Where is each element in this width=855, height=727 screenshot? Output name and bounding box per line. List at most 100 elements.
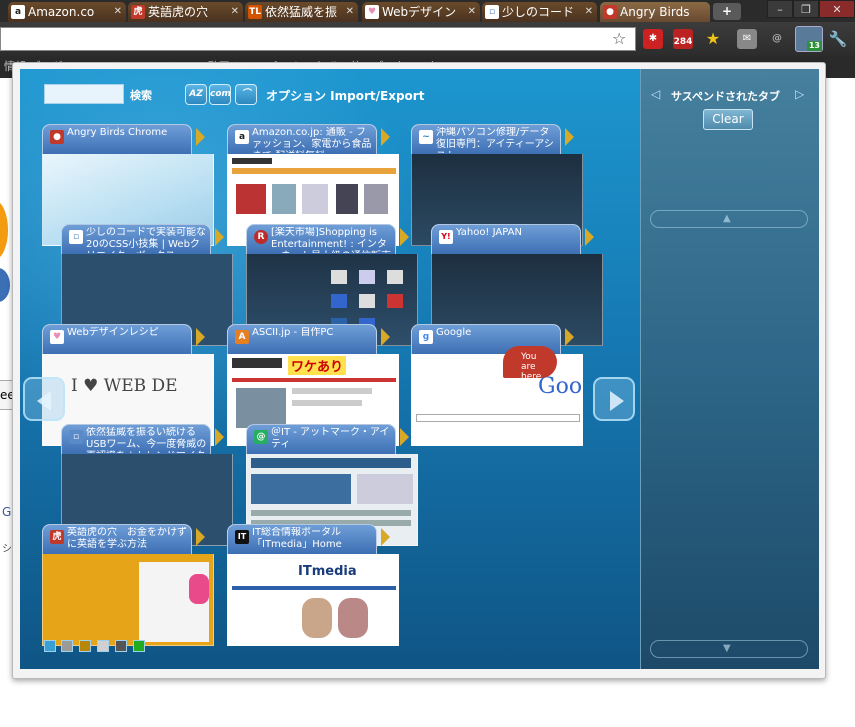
chat-extension-icon[interactable]: ✉ [737,29,757,49]
theme-swatch[interactable] [61,640,73,652]
browser-tab-css[interactable]: ▫ 少しのコード ✕ [482,2,597,22]
chevron-right-icon[interactable]: ▷ [795,87,804,101]
tab-label: Amazon.co [28,5,95,19]
switch-arrow-icon[interactable] [400,428,418,446]
tab-label: Angry Birds [620,5,690,19]
suspended-tabs-title: サスペンドされたタブ [671,90,781,103]
chevron-up-icon: ▲ [723,213,731,224]
tab-strip: a Amazon.co ✕ 虎 英語虎の穴 ✕ TL 依然猛威を振 ✕ ♥ We… [0,0,855,22]
maximize-button[interactable]: ❐ [793,0,819,18]
tiger-icon: 虎 [50,530,64,544]
switch-arrow-icon[interactable] [196,328,214,346]
ascii-a-icon: A [235,330,249,344]
wrench-icon[interactable]: 🔧 [828,29,848,49]
bookmark-star-icon[interactable]: ☆ [612,29,626,48]
toolbar: ☆ ✱ 284 ★ ✉ @ 13 🔧 [0,22,855,56]
switch-arrow-icon[interactable] [565,128,583,146]
tab-thumbnail[interactable]: 虎 英語虎の穴 お金をかけずに英語を学ぶ方法 [42,524,220,652]
atmark-it-icon: @ [254,430,268,444]
close-icon[interactable]: ✕ [231,2,239,22]
thumbnail-title: 沖縄パソコン修理/データ復旧専門：アイティーアシスト [436,127,554,153]
thumbnail-title: ASCII.jp - 自作PC [252,327,334,338]
thumbnail-title: [楽天市場]Shopping is Entertainment! : インターネ… [271,227,391,253]
switch-arrow-icon[interactable] [196,128,214,146]
background-text: シ [2,544,12,555]
thumbnail-title: Yahoo! JAPAN [456,227,522,238]
switch-arrow-icon[interactable] [196,528,214,546]
you-are-here-pin: You are here [503,346,557,382]
star-extension-icon[interactable]: ★ [703,29,723,49]
thumbnail-title: Amazon.co.jp: 通販 - ファッション、家電から食品まで 配送料無料 [252,127,372,153]
options-link[interactable]: オプション Import/Export [266,87,424,104]
switch-arrow-icon[interactable] [381,328,399,346]
browser-tab-usb[interactable]: TL 依然猛威を振 ✕ [245,2,358,22]
sort-recent-button[interactable]: ⌒ [235,84,257,105]
minimize-button[interactable]: – [767,0,793,18]
google-icon: g [419,330,433,344]
page-screenshot: ITmedia [227,554,399,646]
close-icon[interactable]: ✕ [114,2,122,22]
background-blue-shape [0,268,10,302]
thumbnail-title: 英語虎の穴 お金をかけずに英語を学ぶ方法 [67,527,187,550]
switch-arrow-icon[interactable] [215,428,233,446]
new-tab-button[interactable]: + [713,3,741,20]
pin-text: You are here [521,352,542,382]
sort-alphabetical-button[interactable]: AZ [185,84,207,105]
chevron-left-icon[interactable]: ◁ [651,87,660,101]
tl-blog-icon: TL [248,5,262,19]
thumbnail-title: ＠IT - アットマーク・アイティ [271,427,390,450]
scroll-down-button[interactable]: ▼ [650,640,808,658]
itmedia-icon: IT [235,530,249,544]
switch-arrow-icon[interactable] [381,128,399,146]
clear-button[interactable]: Clear [703,109,753,130]
tab-manager-extension-icon[interactable]: 13 [795,26,823,52]
theme-swatch[interactable] [115,640,127,652]
page-icon: ▫ [69,230,83,244]
screenshot-text: ITmedia [298,564,357,579]
switch-arrow-icon[interactable] [400,228,418,246]
switch-arrow-icon[interactable] [381,528,399,546]
previous-page-button[interactable] [23,377,65,421]
amazon-a-icon: a [11,5,25,19]
browser-tab-eigo[interactable]: 虎 英語虎の穴 ✕ [128,2,243,22]
address-bar[interactable] [0,27,636,51]
screenshot-text: I ♥ WEB DE [71,376,178,396]
close-icon[interactable]: ✕ [346,2,354,22]
angry-bird-icon: ● [603,5,617,19]
browser-tab-amazon[interactable]: a Amazon.co ✕ [8,2,126,22]
scroll-up-button[interactable]: ▲ [650,210,808,228]
browser-tab-webdesign[interactable]: ♥ Webデザイン ✕ [362,2,480,22]
thumbnail-title: 少しのコードで実装可能な20のCSS小技集 | Webクリエイターボックス [86,227,206,253]
screenshot-text: Goog [538,374,583,399]
theme-swatch[interactable] [133,640,145,652]
tab-thumbnail[interactable]: g Google Goog You are here [411,324,589,452]
background-orange-shape [0,200,8,260]
theme-swatch[interactable] [97,640,109,652]
close-icon[interactable]: ✕ [468,2,476,22]
extension-red-icon[interactable]: ✱ [643,29,663,49]
heart-icon: ♥ [365,5,379,19]
gmail-icon[interactable]: 284 [673,29,693,49]
theme-swatch[interactable] [79,640,91,652]
gmail-badge: 284 [673,37,693,47]
switch-arrow-icon[interactable] [215,228,233,246]
tab-label: 英語虎の穴 [148,5,209,19]
next-page-button[interactable] [593,377,635,421]
window-close-button[interactable]: ✕ [819,0,855,18]
rakuten-r-icon: R [254,230,268,244]
wave-icon: ~ [419,130,433,144]
tab-label: 少しのコード [502,5,575,19]
thumbnail-title: 依然猛威を振るい続けるUSBワーム、今一度脅威の再認識を | トレンドマイクロ [86,427,207,453]
tab-thumbnail[interactable]: IT IT総合情報ポータル「ITmedia」Home ITmedia [227,524,405,652]
browser-tab-angrybirds[interactable]: ● Angry Birds [600,2,710,22]
page-icon: ▫ [69,430,83,444]
switch-arrow-icon[interactable] [585,228,603,246]
at-extension-icon[interactable]: @ [767,29,787,49]
search-input[interactable] [44,84,124,104]
theme-swatch[interactable] [44,640,56,652]
chevron-down-icon: ▼ [723,643,731,654]
tab-label: 依然猛威を振 [265,5,338,19]
close-icon[interactable]: ✕ [585,2,593,22]
switch-arrow-icon[interactable] [565,328,583,346]
sort-domain-button[interactable]: com [209,84,231,105]
